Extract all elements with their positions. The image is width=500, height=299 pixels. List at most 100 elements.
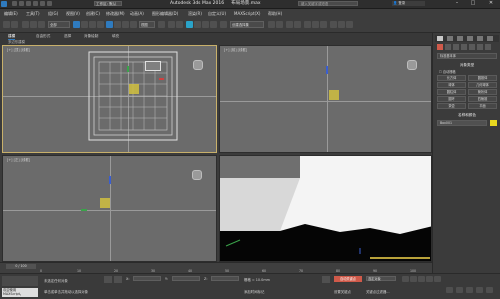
previous-frame-icon[interactable] <box>410 276 417 282</box>
add-time-tag-button[interactable]: 添加时间标记 <box>244 289 264 294</box>
viewport-label-front[interactable]: [+] [前] [线框] <box>224 47 247 52</box>
pyramid-button[interactable]: 四棱锥 <box>468 96 497 102</box>
orbit-icon[interactable] <box>476 287 483 293</box>
next-frame-icon[interactable] <box>426 276 433 282</box>
cylinder-button[interactable]: 圆柱体 <box>437 89 466 95</box>
render-setup-icon[interactable] <box>330 21 337 28</box>
tab-object-paint[interactable]: 对象绘制 <box>84 33 98 39</box>
undo-icon[interactable] <box>33 1 38 6</box>
menu-help[interactable]: 帮助(H) <box>268 9 282 18</box>
box-object[interactable] <box>129 84 139 94</box>
plane-button[interactable]: 平面 <box>468 103 497 109</box>
select-object-icon[interactable] <box>73 21 80 28</box>
selected-dropdown[interactable]: 选定对象 <box>366 276 396 281</box>
menu-edit[interactable]: 编辑(E) <box>4 9 18 18</box>
gizmo-y-axis[interactable] <box>127 66 129 72</box>
pivot-center-icon[interactable] <box>158 21 165 28</box>
box-object[interactable] <box>329 90 339 100</box>
display-tab-icon[interactable] <box>477 36 483 41</box>
play-icon[interactable] <box>418 276 425 282</box>
close-button[interactable]: ✕ <box>484 0 498 7</box>
maximize-viewport-icon[interactable] <box>486 287 493 293</box>
systems-icon[interactable] <box>485 44 491 50</box>
maxscript-listener[interactable] <box>2 276 38 286</box>
zoom-icon[interactable] <box>446 287 453 293</box>
menu-graph-editors[interactable]: 图形编辑器(D) <box>152 9 178 18</box>
render-production-icon[interactable] <box>346 21 353 28</box>
save-file-icon[interactable] <box>26 1 31 6</box>
utilities-tab-icon[interactable] <box>487 36 493 41</box>
menu-views[interactable]: 视图(V) <box>66 9 80 18</box>
open-file-icon[interactable] <box>19 1 24 6</box>
selection-filter-dropdown[interactable]: 全部 <box>48 21 70 28</box>
link-icon[interactable] <box>22 21 29 28</box>
workspace-dropdown[interactable]: 工作区: 默认 <box>94 1 122 6</box>
absolute-relative-icon[interactable] <box>114 276 122 283</box>
cameras-icon[interactable] <box>461 44 467 50</box>
menu-maxscript[interactable]: MAXScript(X) <box>234 9 260 18</box>
go-to-start-icon[interactable] <box>402 276 409 282</box>
space-warps-icon[interactable] <box>477 44 483 50</box>
sign-in-button[interactable]: 👤 登录 <box>392 1 425 6</box>
undo-icon[interactable] <box>3 21 10 28</box>
helpers-icon[interactable] <box>469 44 475 50</box>
select-by-name-icon[interactable] <box>81 21 88 28</box>
angle-snap-icon[interactable] <box>194 21 201 28</box>
maximize-button[interactable]: □ <box>466 0 480 7</box>
time-slider[interactable]: 0 / 100 <box>6 264 36 269</box>
viewport-left[interactable]: [+] [左] [线框] <box>2 155 217 262</box>
selection-region-icon[interactable] <box>89 21 96 28</box>
section-name-color[interactable]: 名称和颜色 <box>433 113 500 118</box>
minimize-button[interactable]: – <box>450 0 464 7</box>
maxscript-output[interactable]: 欢迎使用 MAXScript。 <box>2 288 38 297</box>
menu-create[interactable]: 创建(C) <box>86 9 100 18</box>
gizmo-z-axis[interactable] <box>109 176 111 184</box>
redo-icon[interactable] <box>11 21 18 28</box>
layer-manager-icon[interactable] <box>286 21 293 28</box>
align-icon[interactable] <box>276 21 283 28</box>
gizmo-y-axis[interactable] <box>81 209 87 211</box>
menu-animation[interactable]: 动画(A) <box>130 9 144 18</box>
menu-group[interactable]: 组(G) <box>48 9 58 18</box>
sphere-button[interactable]: 球体 <box>437 82 466 88</box>
unlink-icon[interactable] <box>30 21 37 28</box>
material-editor-icon[interactable] <box>320 21 327 28</box>
viewport-perspective[interactable]: [+] [透视] [真实] <box>219 155 432 262</box>
edit-named-selection-icon[interactable] <box>220 21 227 28</box>
reference-coordinate-dropdown[interactable]: 视图 <box>139 21 155 28</box>
object-color-swatch[interactable] <box>490 120 497 126</box>
mirror-icon[interactable] <box>268 21 275 28</box>
set-key-button[interactable]: 设置关键点 <box>334 289 351 294</box>
z-coordinate-field[interactable] <box>211 276 239 281</box>
object-name-field[interactable]: Box001 <box>437 120 487 126</box>
scene-explorer-icon[interactable] <box>294 21 301 28</box>
menu-customize[interactable]: 自定义(U) <box>208 9 226 18</box>
redo-icon[interactable] <box>40 1 45 6</box>
shapes-icon[interactable] <box>445 44 451 50</box>
x-coordinate-field[interactable] <box>133 276 161 281</box>
percent-snap-icon[interactable] <box>202 21 209 28</box>
app-logo-icon[interactable] <box>1 1 7 7</box>
keyboard-shortcut-icon[interactable] <box>176 21 183 28</box>
gizmo-x-axis[interactable] <box>159 78 164 80</box>
select-manipulate-icon[interactable] <box>168 21 175 28</box>
search-input[interactable]: 键入关键字或短语 <box>298 1 358 6</box>
create-tab-icon[interactable] <box>437 36 443 41</box>
select-and-move-icon[interactable] <box>106 21 113 28</box>
select-and-rotate-icon[interactable] <box>114 21 121 28</box>
named-selection-dropdown[interactable]: 创建选择集 <box>230 21 264 28</box>
snaps-toggle-icon[interactable] <box>186 21 193 28</box>
schematic-view-icon[interactable] <box>312 21 319 28</box>
tab-populate[interactable]: 填充 <box>112 33 119 39</box>
tube-button[interactable]: 管状体 <box>468 89 497 95</box>
viewport-label-top[interactable]: [+] [顶] [线框] <box>7 47 30 52</box>
viewport-top[interactable]: [+] [顶] [线框] <box>2 45 217 153</box>
torus-button[interactable]: 圆环 <box>437 96 466 102</box>
curve-editor-icon[interactable] <box>304 21 311 28</box>
select-and-scale-icon[interactable] <box>122 21 129 28</box>
motion-tab-icon[interactable] <box>467 36 473 41</box>
teapot-button[interactable]: 茶壶 <box>437 103 466 109</box>
menu-modifiers[interactable]: 修改器(M) <box>106 9 125 18</box>
viewcube-icon[interactable] <box>193 60 203 70</box>
spinner-snap-icon[interactable] <box>210 21 217 28</box>
